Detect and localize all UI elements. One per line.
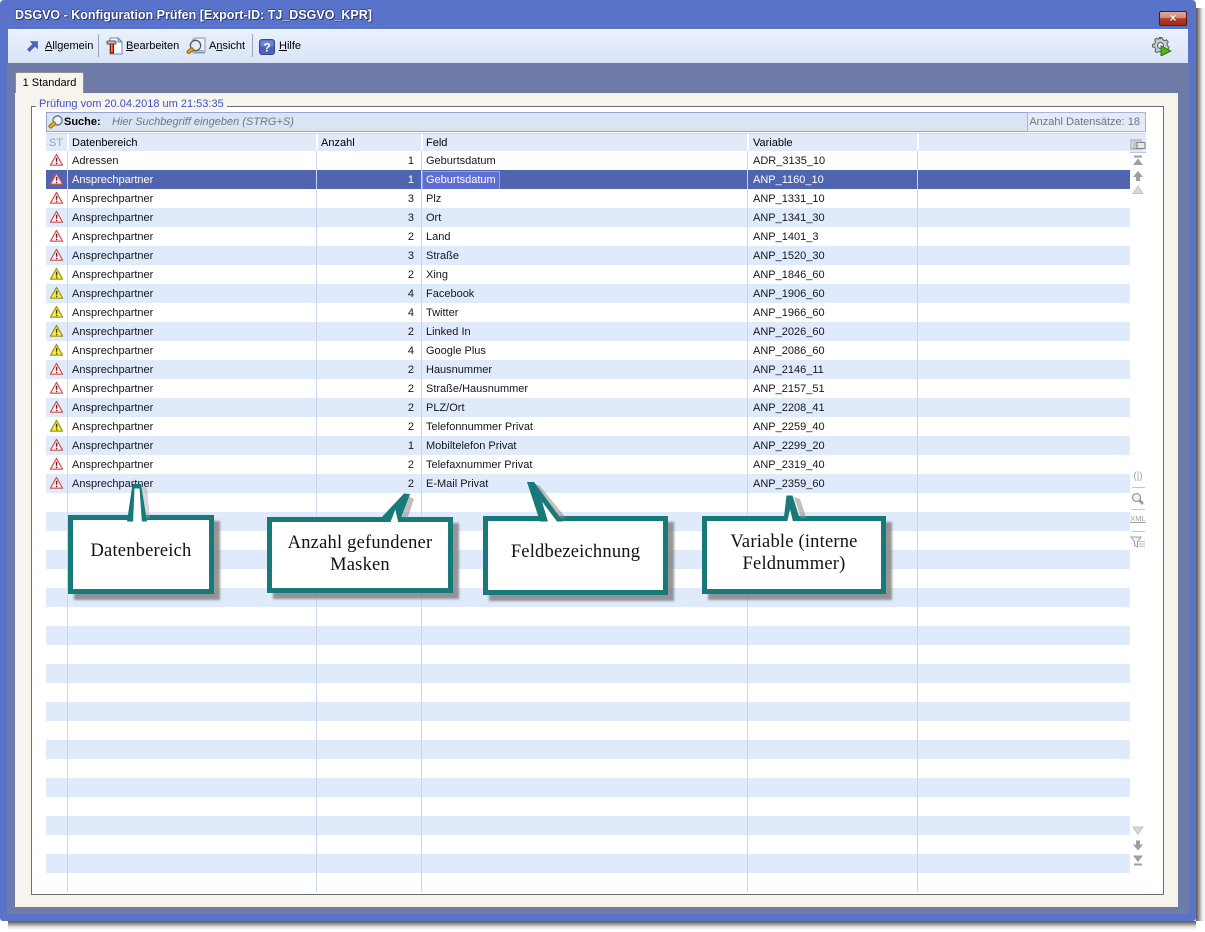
svg-text:?: ? bbox=[263, 41, 270, 55]
